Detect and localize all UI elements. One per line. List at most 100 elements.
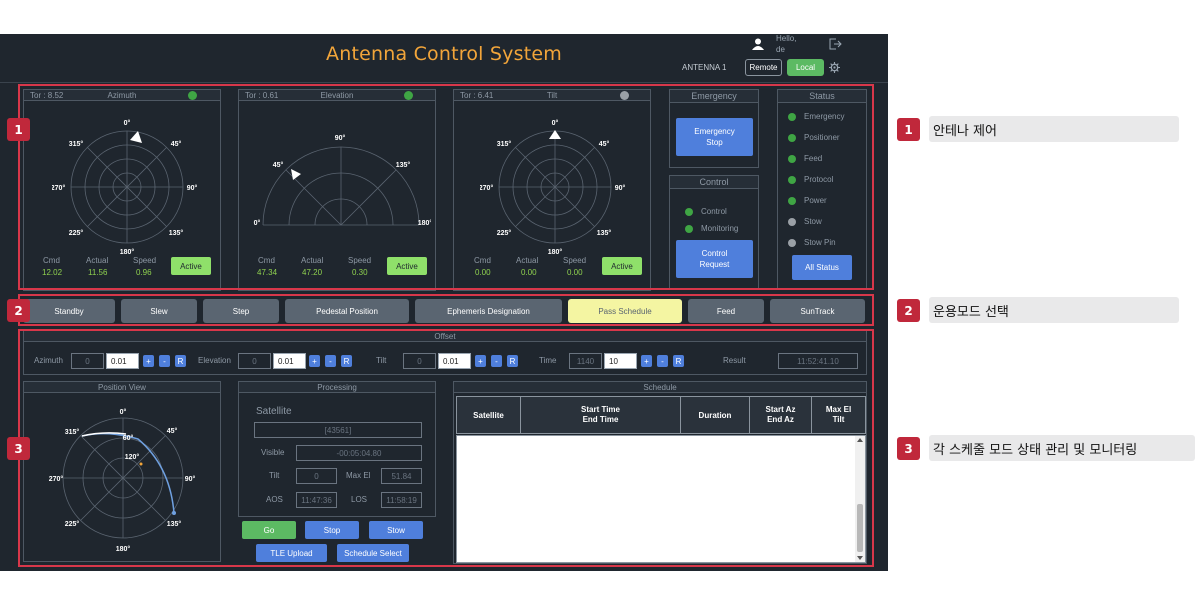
status-stow-pin: Stow Pin [788, 238, 836, 247]
position-view-polar: 0° 45° 90° 135° 180° 225° 270° 315° 60° … [49, 408, 196, 553]
processing-satellite-label: Satellite [256, 406, 292, 417]
emergency-stop-button[interactable]: Emergency Stop [676, 118, 753, 156]
position-view-panel: Position View 0° 45° 90° 135° 180° 225° … [23, 381, 221, 562]
go-button[interactable]: Go [242, 521, 296, 539]
position-label-s: 180° [116, 545, 131, 553]
compass-label-e: 90° [187, 184, 198, 192]
scroll-up-icon[interactable] [857, 438, 863, 442]
elevation-cmd-value: 47.34 [257, 268, 278, 277]
tilt-label-se: 135° [597, 229, 612, 237]
mode-slew[interactable]: Slew [121, 299, 197, 323]
control-request-button[interactable]: Control Request [676, 240, 753, 278]
schedule-col-satellite[interactable]: Satellite [457, 397, 521, 433]
offset-time-reset[interactable]: R [673, 355, 684, 367]
azimuth-speed-label: Speed [133, 256, 157, 265]
offset-tilt-plus[interactable]: + [475, 355, 486, 367]
tilt-active-button[interactable]: Active [602, 257, 642, 275]
elevation-speed-label: Speed [348, 256, 372, 265]
compass-label-sw: 225° [69, 229, 84, 237]
tilt-label-n: 0° [552, 119, 559, 127]
tilt-label-sw: 225° [497, 229, 512, 237]
header-divider [0, 82, 888, 83]
position-label-nw: 315° [65, 428, 80, 436]
offset-tilt-value: 0 [403, 353, 436, 369]
logout-icon[interactable] [828, 37, 842, 51]
elevation-active-button[interactable]: Active [387, 257, 427, 275]
mode-ephemeris-designation[interactable]: Ephemeris Designation [415, 299, 562, 323]
tle-upload-button[interactable]: TLE Upload [256, 544, 327, 562]
offset-elevation-plus[interactable]: + [309, 355, 320, 367]
control-status-monitoring: Monitoring [685, 224, 738, 233]
offset-time-plus[interactable]: + [641, 355, 652, 367]
satellite-current-position [139, 462, 143, 466]
offset-azimuth-reset[interactable]: R [175, 355, 186, 367]
emergency-title: Emergency [670, 90, 758, 103]
azimuth-actual-label: Actual [86, 256, 109, 265]
mode-suntrack[interactable]: SunTrack [770, 299, 865, 323]
remote-button[interactable]: Remote [745, 59, 782, 76]
offset-result-label: Result [723, 356, 746, 365]
processing-los-value: 11:58:19 [381, 492, 422, 508]
azimuth-cmd-value: 12.02 [42, 268, 63, 277]
offset-azimuth-minus[interactable]: - [159, 355, 170, 367]
processing-tilt-label: Tilt [269, 471, 280, 480]
offset-azimuth-value: 0 [71, 353, 104, 369]
offset-time-minus[interactable]: - [657, 355, 668, 367]
scroll-down-icon[interactable] [857, 556, 863, 560]
azimuth-cmd-label: Cmd [43, 256, 60, 265]
schedule-col-time[interactable]: Start Time End Time [521, 397, 681, 433]
schedule-table-body[interactable] [456, 435, 866, 563]
processing-aos-value: 11:47:36 [296, 492, 337, 508]
offset-elevation-label: Elevation [198, 356, 231, 365]
mode-pedestal-position[interactable]: Pedestal Position [285, 299, 409, 323]
tilt-actual-label: Actual [516, 256, 539, 265]
schedule-col-az[interactable]: Start Az End Az [750, 397, 812, 433]
legend-badge-2: 2 [897, 299, 920, 322]
offset-tilt-minus[interactable]: - [491, 355, 502, 367]
position-label-w: 270° [49, 475, 64, 483]
offset-elevation-reset[interactable]: R [341, 355, 352, 367]
legend-badge-3: 3 [897, 437, 920, 460]
legend-text-1: 안테나 제어 [929, 116, 1179, 142]
scroll-thumb[interactable] [857, 504, 863, 552]
gear-icon[interactable] [829, 62, 840, 73]
local-button[interactable]: Local [787, 59, 824, 76]
offset-azimuth-plus[interactable]: + [143, 355, 154, 367]
stop-button[interactable]: Stop [305, 521, 359, 539]
mode-standby[interactable]: Standby [23, 299, 115, 323]
schedule-select-button[interactable]: Schedule Select [337, 544, 409, 562]
schedule-scrollbar[interactable] [855, 436, 865, 562]
status-protocol: Protocol [788, 175, 833, 184]
azimuth-active-button[interactable]: Active [171, 257, 211, 275]
position-label-ne: 45° [167, 427, 178, 435]
schedule-col-maxel[interactable]: Max El Tilt [812, 397, 865, 433]
status-panel: Status Emergency Positioner Feed Protoco… [777, 89, 867, 290]
azimuth-indicator [188, 91, 197, 100]
stow-button[interactable]: Stow [369, 521, 423, 539]
offset-azimuth-step-input[interactable]: 0.01 [106, 353, 139, 369]
offset-title: Offset [24, 331, 866, 342]
all-status-button[interactable]: All Status [792, 255, 852, 280]
control-panel: Control Control Monitoring Control Reques… [669, 175, 759, 290]
mode-pass-schedule[interactable]: Pass Schedule [568, 299, 682, 323]
status-feed: Feed [788, 154, 822, 163]
offset-tilt-step-input[interactable]: 0.01 [438, 353, 471, 369]
offset-elevation-step-input[interactable]: 0.01 [273, 353, 306, 369]
offset-tilt-reset[interactable]: R [507, 355, 518, 367]
processing-visible-value: -00:05:04.80 [296, 445, 422, 461]
stage: Antenna Control System Hello, de ANTENNA … [0, 0, 1200, 604]
badge-1: 1 [7, 118, 30, 141]
offset-time-step-input[interactable]: 10 [604, 353, 637, 369]
azimuth-panel: Azimuth Tor : 8.52 0° 45° 90° 135° 180° … [23, 89, 221, 291]
mode-feed[interactable]: Feed [688, 299, 764, 323]
processing-satellite-value: [43561] [254, 422, 422, 438]
elevation-torque: Tor : 0.61 [245, 91, 279, 100]
tilt-panel: Tilt Tor : 6.41 0° 45° 90° 135° 180° 225… [453, 89, 651, 291]
tilt-torque: Tor : 6.41 [460, 91, 494, 100]
user-greeting: Hello, de [776, 34, 797, 54]
schedule-col-duration[interactable]: Duration [681, 397, 750, 433]
compass-label-nw: 315° [69, 140, 84, 148]
compass-label-n: 0° [124, 119, 131, 127]
offset-elevation-minus[interactable]: - [325, 355, 336, 367]
mode-step[interactable]: Step [203, 299, 279, 323]
